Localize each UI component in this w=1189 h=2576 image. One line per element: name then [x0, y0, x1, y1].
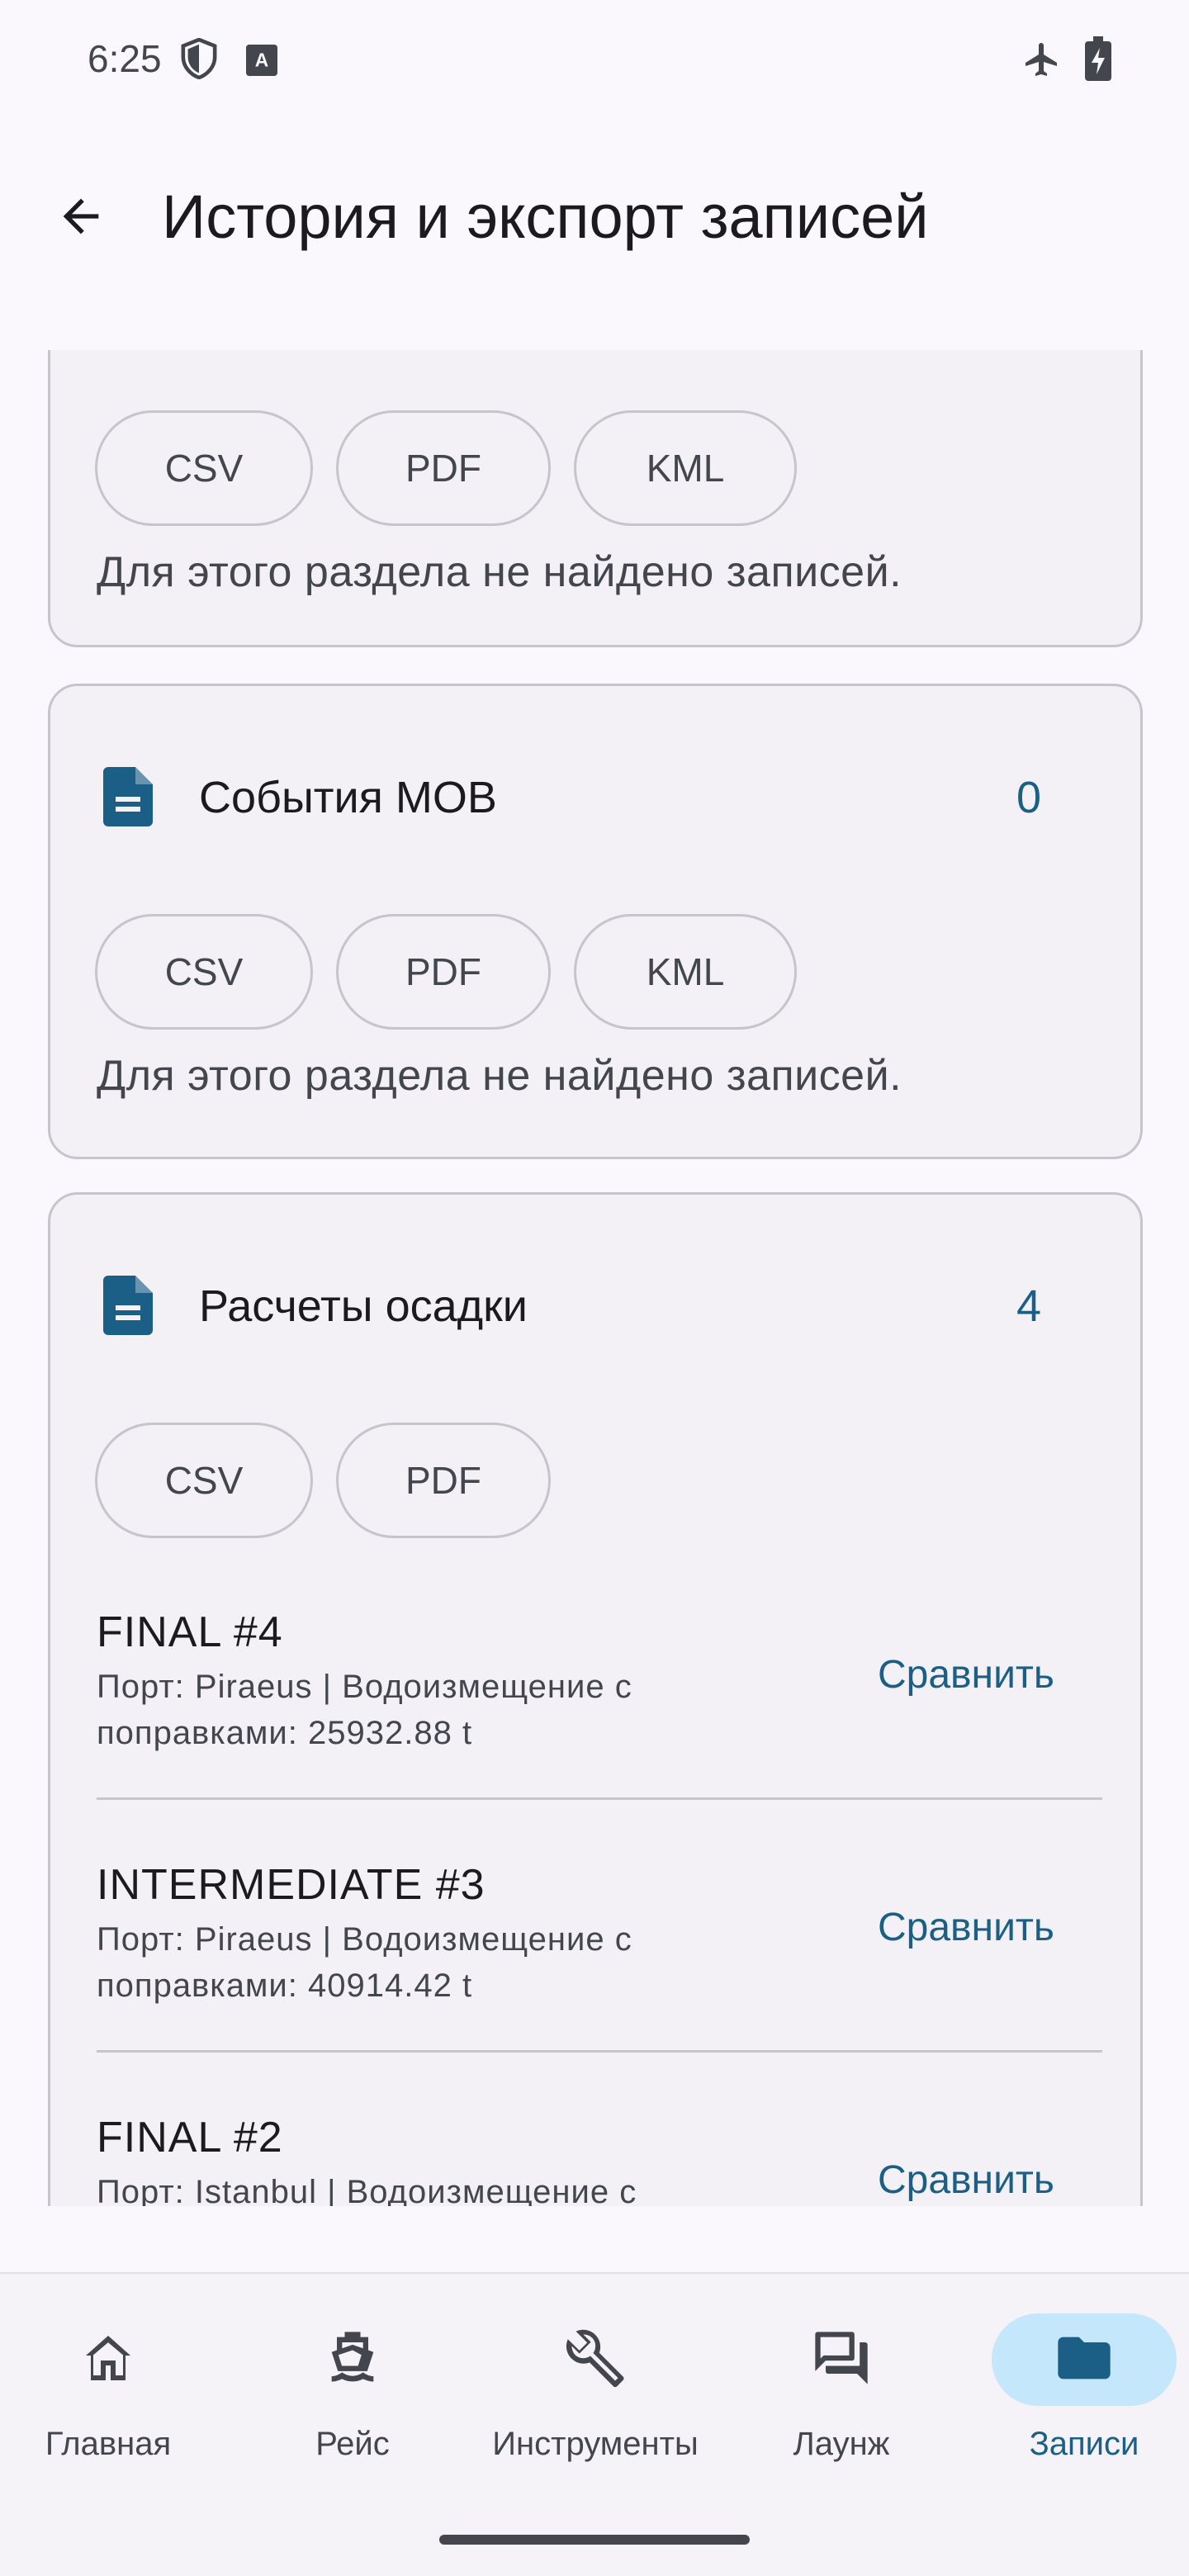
pdf-export-chip[interactable]: PDF: [336, 1423, 551, 1538]
record-title: FINAL #4: [97, 1608, 283, 1656]
empty-state-text: Для этого раздела не найдено записей.: [97, 548, 902, 596]
section-card-mob-events: События МОВ 0 CSV PDF KML Для этого разд…: [48, 684, 1143, 1159]
section-title: Расчеты осадки: [199, 1281, 528, 1331]
keyboard-a-icon: A: [246, 45, 277, 80]
empty-state-text: Для этого раздела не найдено записей.: [97, 1052, 902, 1100]
nav-item-tools[interactable]: Инструменты: [492, 2313, 699, 2479]
nav-label: Инструменты: [492, 2426, 699, 2462]
compare-button[interactable]: Сравнить: [878, 1905, 1054, 1950]
divider: [97, 2050, 1102, 2053]
top-app-bar: История и экспорт записей: [0, 140, 1189, 281]
forum-icon: [810, 2327, 873, 2394]
nav-label: Главная: [45, 2426, 172, 2462]
section-card-draft-calculations: Расчеты осадки 4 CSV PDF FINAL #4 Порт: …: [48, 1192, 1143, 2206]
page-title: История и экспорт записей: [162, 182, 929, 251]
nav-label: Записи: [1029, 2426, 1139, 2462]
record-title: INTERMEDIATE #3: [97, 1861, 486, 1909]
section-title: События МОВ: [199, 773, 497, 822]
section-count: 4: [1016, 1281, 1041, 1331]
active-indicator: [992, 2313, 1177, 2406]
wrench-icon: [564, 2327, 627, 2394]
document-icon: [103, 767, 153, 826]
nav-item-voyage[interactable]: Рейс: [249, 2313, 456, 2479]
csv-export-chip[interactable]: CSV: [95, 410, 313, 526]
status-bar: 6:25 A: [0, 0, 1189, 116]
ship-icon: [321, 2327, 384, 2394]
record-subtitle: Порт: Piraeus | Водоизмещение с поправка…: [97, 1921, 632, 2004]
compare-button[interactable]: Сравнить: [878, 2157, 1054, 2203]
pdf-export-chip[interactable]: PDF: [336, 914, 551, 1030]
shield-icon: [180, 37, 218, 83]
nav-item-lounge[interactable]: Лаунж: [738, 2313, 945, 2479]
nav-item-home[interactable]: Главная: [5, 2313, 211, 2479]
kml-export-chip[interactable]: KML: [574, 914, 797, 1030]
record-subtitle: Порт: Piraeus | Водоизмещение с поправка…: [97, 1669, 632, 1751]
back-button[interactable]: [41, 178, 121, 258]
folder-icon: [1053, 2327, 1116, 2394]
svg-text:A: A: [255, 50, 268, 71]
nav-item-records[interactable]: Записи: [981, 2313, 1187, 2479]
home-icon: [78, 2328, 138, 2392]
compare-button[interactable]: Сравнить: [878, 1652, 1054, 1698]
nav-label: Лаунж: [793, 2426, 890, 2462]
csv-export-chip[interactable]: CSV: [95, 1423, 313, 1538]
home-indicator[interactable]: [439, 2535, 750, 2545]
record-subtitle: Порт: Istanbul | Водоизмещение с: [97, 2174, 637, 2206]
status-time: 6:25: [88, 37, 162, 80]
records-list[interactable]: CSV PDF KML Для этого раздела не найдено…: [0, 350, 1189, 2206]
divider: [97, 1797, 1102, 1800]
section-count: 0: [1016, 773, 1041, 822]
airplane-icon: [1022, 40, 1062, 83]
pdf-export-chip[interactable]: PDF: [336, 410, 551, 526]
nav-label: Рейс: [315, 2426, 390, 2462]
kml-export-chip[interactable]: KML: [574, 410, 797, 526]
record-title: FINAL #2: [97, 2114, 283, 2162]
csv-export-chip[interactable]: CSV: [95, 914, 313, 1030]
bottom-navigation: Главная Рейс Инструменты Лаунж Записи: [0, 2272, 1189, 2576]
arrow-back-icon: [54, 190, 107, 247]
battery-charging-icon: [1085, 36, 1111, 85]
section-card: CSV PDF KML Для этого раздела не найдено…: [48, 350, 1143, 647]
document-icon: [103, 1276, 153, 1335]
